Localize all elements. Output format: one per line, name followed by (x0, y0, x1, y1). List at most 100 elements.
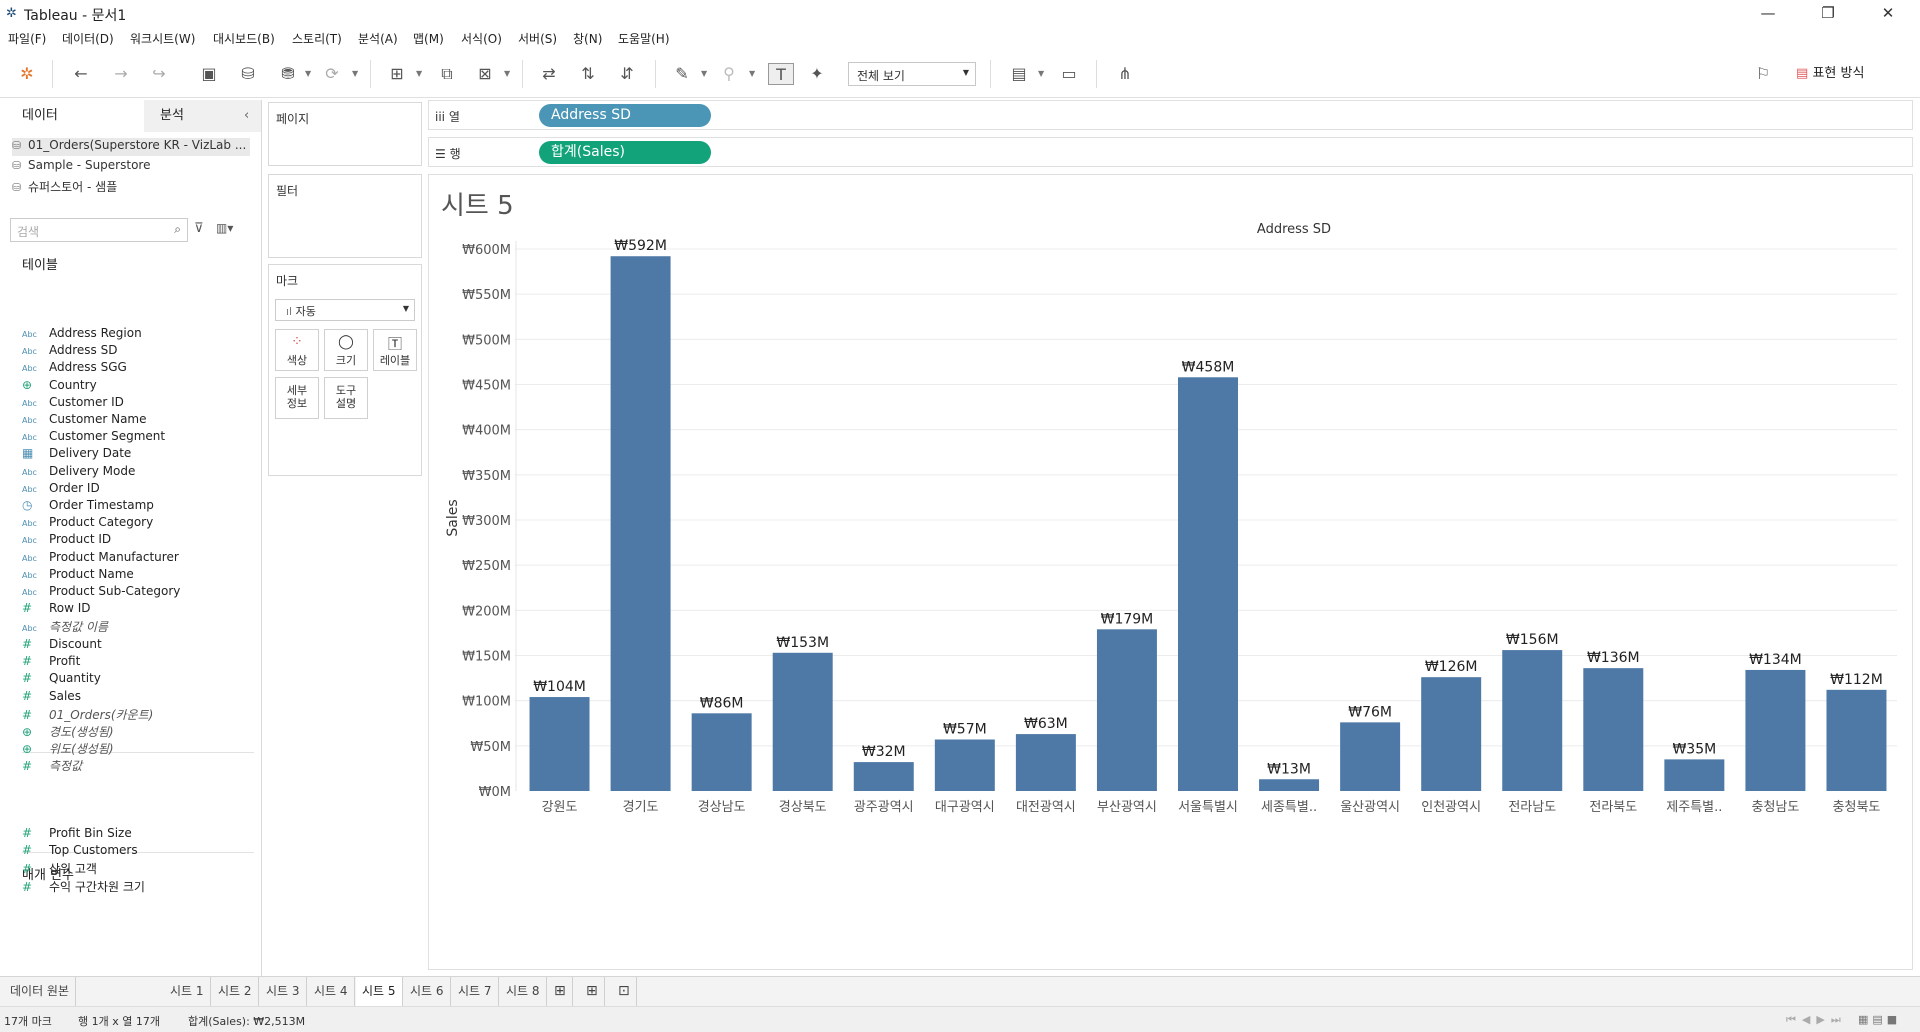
chevron-down-icon[interactable]: ▼ (352, 63, 358, 85)
bar[interactable] (772, 652, 833, 791)
refresh-icon[interactable]: ⟳ (321, 63, 343, 85)
chevron-down-icon[interactable]: ▼ (305, 63, 311, 85)
field-search-input[interactable]: 검색 ⌕ (10, 218, 188, 242)
bar[interactable] (610, 256, 671, 791)
worksheet-view[interactable]: Address SD ₩0M ₩50M ₩100M ₩150M ₩200M ₩250M ₩30… (428, 174, 1913, 970)
sheet-tab[interactable]: 시트 3 (260, 977, 307, 1006)
bar[interactable] (1502, 650, 1563, 791)
mark-detail-button[interactable]: 세부 정보 (275, 377, 319, 419)
redo-icon[interactable]: → (110, 63, 132, 85)
sheet-tab[interactable]: 시트 6 (404, 977, 451, 1006)
bar[interactable] (853, 762, 914, 791)
bar[interactable] (1583, 668, 1644, 791)
bar[interactable] (529, 697, 590, 791)
field-item[interactable]: Abc Address SD (22, 343, 117, 361)
new-story-tab-icon[interactable]: ⊡ (612, 977, 637, 1006)
mark-color-button[interactable]: ⁘ 색상 (275, 329, 319, 371)
save-icon[interactable]: ▣ (198, 63, 220, 85)
field-item[interactable]: Abc Customer ID (22, 395, 124, 413)
clear-sheet-icon[interactable]: ⊠ (474, 63, 496, 85)
bar[interactable] (1178, 377, 1238, 791)
field-item[interactable]: # Discount (22, 637, 102, 655)
menu-file[interactable]: 파일(F) (8, 30, 46, 47)
menu-help[interactable]: 도움말(H) (618, 30, 670, 47)
sheet-tab[interactable]: 시트 7 (452, 977, 499, 1006)
menu-format[interactable]: 서식(O) (461, 30, 502, 47)
mark-tooltip-button[interactable]: 도구 설명 (324, 377, 368, 419)
format-painter-icon[interactable]: ⚐ (1752, 63, 1774, 85)
fix-axes-icon[interactable]: ✦ (806, 63, 828, 85)
pause-updates-icon[interactable]: ⛃ (277, 63, 299, 85)
datasource-item[interactable]: ⛁ Sample - Superstore (12, 158, 150, 176)
field-item[interactable]: Abc Order ID (22, 481, 100, 499)
share-icon[interactable]: ⋔ (1114, 63, 1136, 85)
new-worksheet-tab-icon[interactable]: ⊞ (548, 977, 573, 1006)
sort-ascending-icon[interactable]: ⇅ (577, 63, 599, 85)
restore-icon[interactable]: ❐ (1806, 2, 1850, 26)
chevron-down-icon[interactable]: ▼ (749, 63, 755, 85)
bar[interactable] (1015, 734, 1076, 791)
pages-card[interactable]: 페이지 (268, 102, 422, 166)
undo-icon[interactable]: ← (70, 63, 92, 85)
bar[interactable] (691, 713, 752, 791)
bar[interactable] (934, 739, 995, 791)
sheet-tab[interactable]: 시트 1 (164, 977, 211, 1006)
mark-type-select[interactable]: ıl 자동 ▼ (275, 299, 415, 321)
field-item[interactable]: Abc Delivery Mode (22, 464, 135, 482)
field-item[interactable]: # Row ID (22, 601, 91, 619)
field-item[interactable]: Abc 측정값 이름 (22, 618, 108, 636)
datasource-item[interactable]: ⛁ 01_Orders(Superstore KR - VizLab ... (12, 138, 250, 156)
field-item[interactable]: ⊕ 경도(생성됨) (22, 723, 114, 741)
new-dashboard-tab-icon[interactable]: ⊞ (580, 977, 605, 1006)
filters-card[interactable]: 필터 (268, 174, 422, 258)
menu-worksheet[interactable]: 워크시트(W) (130, 30, 195, 47)
new-worksheet-icon[interactable]: ⊞ (386, 63, 408, 85)
bar[interactable] (1340, 722, 1401, 791)
collapse-pane-icon[interactable]: ‹ (244, 100, 249, 132)
field-item[interactable]: Abc Product Name (22, 567, 134, 585)
rows-pill[interactable]: 합계(Sales) (539, 141, 711, 164)
datasource-item[interactable]: ⛁ 슈퍼스토어 - 샘플 (12, 178, 117, 196)
replay-icon[interactable]: ↪ (148, 63, 170, 85)
close-icon[interactable]: ✕ (1866, 2, 1910, 26)
chevron-down-icon[interactable]: ▼ (1038, 63, 1044, 85)
field-item[interactable]: Abc Customer Segment (22, 429, 165, 447)
field-item[interactable]: Abc Address SGG (22, 360, 127, 378)
bar-chart[interactable]: Address SD ₩0M ₩50M ₩100M ₩150M ₩200M ₩250M ₩30… (429, 175, 1914, 971)
field-item[interactable]: # Quantity (22, 671, 101, 689)
new-datasource-icon[interactable]: ⛁ (237, 63, 259, 85)
menu-server[interactable]: 서버(S) (518, 30, 557, 47)
field-item[interactable]: # 측정값 (22, 757, 82, 775)
group-members-icon[interactable]: ⚲ (718, 63, 740, 85)
columns-shelf[interactable]: iii 열 Address SD (428, 100, 1913, 130)
field-item[interactable]: Abc Product Category (22, 515, 153, 533)
field-item[interactable]: ▦ Delivery Date (22, 446, 131, 464)
field-item[interactable]: ⊕ Country (22, 378, 97, 396)
sort-descending-icon[interactable]: ⇵ (616, 63, 638, 85)
filter-fields-icon[interactable]: ⊽ (194, 221, 204, 236)
columns-pill[interactable]: Address SD (539, 104, 711, 127)
tab-data[interactable]: 데이터 (0, 100, 144, 132)
field-item[interactable]: ◷ Order Timestamp (22, 498, 154, 516)
presentation-mode-icon[interactable]: ▭ (1058, 63, 1080, 85)
fit-view-select[interactable]: 전체 보기 ▼ (848, 62, 976, 86)
field-item[interactable]: Abc Address Region (22, 326, 142, 344)
bar[interactable] (1421, 677, 1482, 791)
field-item[interactable]: ⊕ 위도(생성됨) (22, 740, 114, 758)
mark-size-button[interactable]: ◯ 크기 (324, 329, 368, 371)
bar[interactable] (1664, 759, 1725, 791)
field-item[interactable]: Abc Product Sub-Category (22, 584, 180, 602)
sheet-tab[interactable]: 시트 5 (356, 977, 403, 1006)
field-item[interactable]: #01_Orders(카운트) (22, 706, 153, 724)
duplicate-sheet-icon[interactable]: ⧉ (436, 63, 458, 85)
field-item[interactable]: # 상위 고객 (22, 860, 97, 878)
tableau-start-icon[interactable]: ✲ (16, 63, 38, 85)
menu-story[interactable]: 스토리(T) (292, 30, 342, 47)
view-mode-icons[interactable]: ▦▤■ (1858, 1013, 1901, 1026)
chevron-down-icon[interactable]: ▼ (701, 63, 707, 85)
rows-shelf[interactable]: ☰ 행 합계(Sales) (428, 137, 1913, 167)
field-item[interactable]: Abc Product ID (22, 532, 111, 550)
swap-rows-columns-icon[interactable]: ⇄ (538, 63, 560, 85)
show-me-button[interactable]: ▤ 표현 방식 (1796, 62, 1864, 86)
menu-data[interactable]: 데이터(D) (62, 30, 114, 47)
